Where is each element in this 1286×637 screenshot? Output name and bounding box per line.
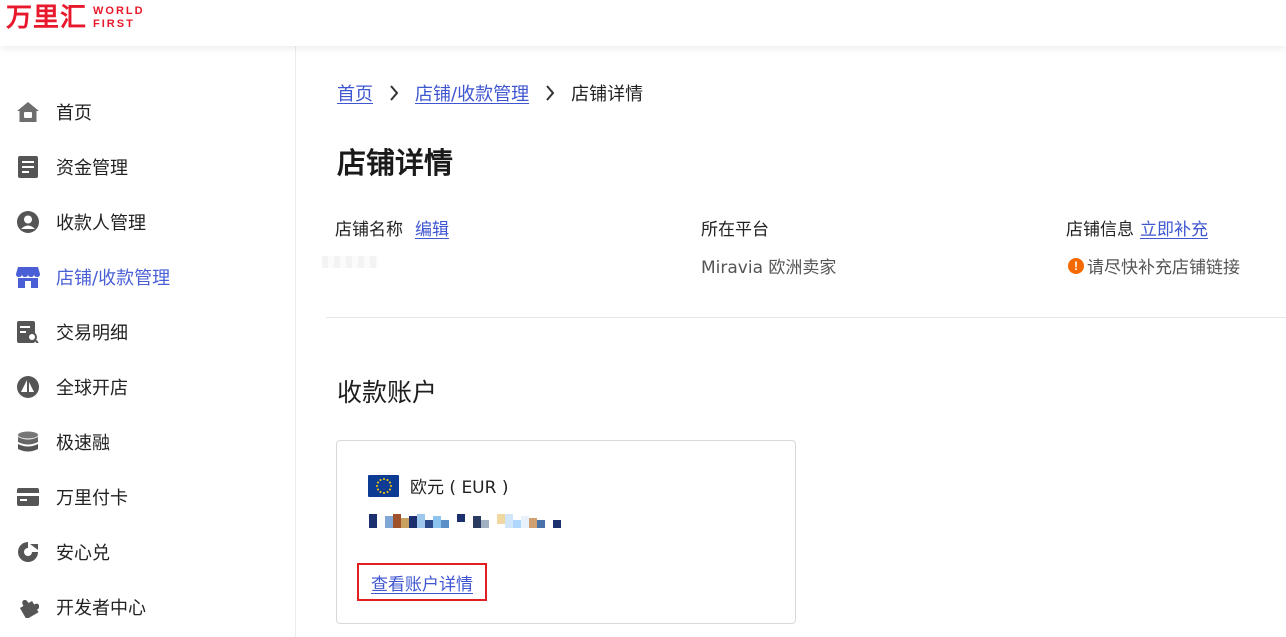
store-name-value-masked bbox=[322, 256, 378, 268]
breadcrumb: 首页 店铺/收款管理 店铺详情 bbox=[337, 80, 643, 106]
top-header: 万里汇 WORLD FIRST bbox=[0, 0, 1286, 46]
user-icon bbox=[16, 210, 40, 234]
logo-en-line1: WORLD bbox=[93, 5, 145, 17]
store-name-field: 店铺名称 编辑 bbox=[335, 215, 449, 240]
sidebar-item-developer[interactable]: 开发者中心 bbox=[0, 579, 295, 634]
account-card-eur: 欧元 ( EUR ) 查看账户详情 bbox=[336, 440, 796, 624]
eu-flag-icon bbox=[368, 474, 399, 497]
store-name-label: 店铺名称 bbox=[335, 220, 403, 240]
database-icon bbox=[16, 430, 40, 454]
exchange-icon bbox=[16, 540, 40, 564]
store-info-warning-text: 请尽快补充店铺链接 bbox=[1087, 258, 1240, 278]
section-divider bbox=[326, 317, 1286, 318]
sidebar-item-label: 全球开店 bbox=[56, 377, 128, 399]
breadcrumb-store-management-link[interactable]: 店铺/收款管理 bbox=[415, 80, 529, 106]
chevron-right-icon bbox=[389, 85, 399, 101]
highlight-box: 查看账户详情 bbox=[357, 563, 487, 601]
view-account-details-link[interactable]: 查看账户详情 bbox=[371, 570, 473, 595]
sidebar-item-exchange[interactable]: 安心兑 bbox=[0, 524, 295, 579]
sidebar-item-label: 安心兑 bbox=[56, 542, 110, 564]
sidebar-item-label: 开发者中心 bbox=[56, 597, 146, 619]
sidebar: 首页 资金管理 收款人管理 店铺/收款管理 交易明细 全球开店 极速融 万里付卡… bbox=[0, 46, 296, 637]
currency-label: 欧元 ( EUR ) bbox=[410, 478, 509, 498]
sidebar-item-store-management[interactable]: 店铺/收款管理 bbox=[0, 249, 295, 304]
sailboat-icon bbox=[16, 375, 40, 399]
warning-icon: ! bbox=[1068, 257, 1084, 274]
sidebar-item-payees[interactable]: 收款人管理 bbox=[0, 194, 295, 249]
sidebar-item-global-store[interactable]: 全球开店 bbox=[0, 359, 295, 414]
accounts-section-title: 收款账户 bbox=[337, 378, 438, 407]
edit-store-name-link[interactable]: 编辑 bbox=[415, 220, 449, 240]
sidebar-item-label: 万里付卡 bbox=[56, 487, 128, 509]
sidebar-item-label: 首页 bbox=[56, 102, 92, 124]
logo-en-line2: FIRST bbox=[93, 18, 135, 30]
store-info-warning: ! 请尽快补充店铺链接 bbox=[1068, 253, 1240, 278]
currency-row: 欧元 ( EUR ) bbox=[368, 473, 508, 498]
sidebar-item-card[interactable]: 万里付卡 bbox=[0, 469, 295, 524]
document-icon bbox=[16, 155, 40, 179]
chevron-right-icon bbox=[545, 85, 555, 101]
receipt-search-icon bbox=[16, 320, 40, 344]
supplement-store-info-link[interactable]: 立即补充 bbox=[1140, 220, 1208, 240]
sidebar-item-label: 收款人管理 bbox=[56, 212, 146, 234]
platform-label: 所在平台 bbox=[701, 220, 769, 240]
platform-value: Miravia 欧洲卖家 bbox=[701, 258, 837, 278]
card-icon bbox=[16, 485, 40, 509]
home-icon bbox=[16, 100, 40, 124]
puzzle-icon bbox=[16, 595, 40, 619]
sidebar-item-label: 资金管理 bbox=[56, 157, 128, 179]
breadcrumb-home-link[interactable]: 首页 bbox=[337, 80, 373, 106]
sidebar-item-label: 极速融 bbox=[56, 432, 110, 454]
worldfirst-logo[interactable]: 万里汇 WORLD FIRST bbox=[6, 3, 145, 33]
sidebar-item-funds[interactable]: 资金管理 bbox=[0, 139, 295, 194]
sidebar-item-fast-finance[interactable]: 极速融 bbox=[0, 414, 295, 469]
sidebar-item-label: 店铺/收款管理 bbox=[56, 267, 171, 289]
breadcrumb-current: 店铺详情 bbox=[571, 84, 644, 105]
sidebar-item-label: 交易明细 bbox=[56, 322, 128, 344]
logo-english-text: WORLD FIRST bbox=[93, 5, 145, 31]
store-info-label: 店铺信息 bbox=[1066, 220, 1134, 240]
logo-chinese-text: 万里汇 bbox=[6, 3, 88, 33]
sidebar-item-transactions[interactable]: 交易明细 bbox=[0, 304, 295, 359]
store-icon bbox=[16, 265, 40, 289]
page-title: 店铺详情 bbox=[337, 146, 454, 180]
sidebar-item-home[interactable]: 首页 bbox=[0, 84, 295, 139]
store-info-field: 店铺信息 立即补充 bbox=[1066, 215, 1208, 240]
account-number-masked bbox=[369, 514, 589, 530]
